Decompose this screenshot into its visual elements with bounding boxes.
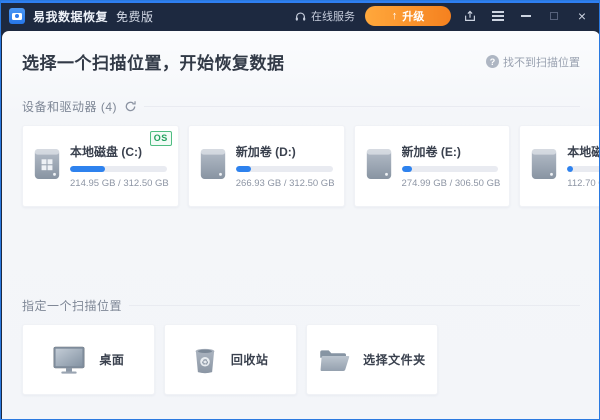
- location-card-recycle-bin[interactable]: ♻ 回收站: [163, 324, 297, 395]
- locations-section-label: 指定一个扫描位置: [22, 299, 123, 313]
- online-service-label: 在线服务: [311, 11, 355, 23]
- capacity-bar-fill: [567, 166, 574, 172]
- refresh-icon[interactable]: [124, 100, 137, 113]
- page-header: 选择一个扫描位置，开始恢复数据 ? 找不到扫描位置: [22, 31, 580, 74]
- drive-info: 新加卷 (E:) 274.99 GB / 306.50 GB: [401, 143, 501, 189]
- capacity-bar: [567, 166, 599, 172]
- capacity-bar-fill: [70, 166, 105, 172]
- drive-info: 新加卷 (D:) 266.93 GB / 312.50 GB: [235, 143, 335, 189]
- close-button[interactable]: ×: [573, 7, 591, 25]
- section-divider: [144, 106, 580, 107]
- drive-size: 112.70 GB / 118.82 GB: [567, 178, 599, 189]
- help-link[interactable]: ? 找不到扫描位置: [486, 54, 580, 70]
- svg-text:♻: ♻: [201, 356, 208, 366]
- headset-icon: [294, 10, 307, 23]
- drive-card-d[interactable]: 新加卷 (D:) 266.93 GB / 312.50 GB: [187, 125, 345, 207]
- drive-card-c[interactable]: OS 本地磁盘 (C:) 214.95 GB / 312.50 GB: [22, 125, 179, 207]
- online-service-button[interactable]: 在线服务: [294, 8, 355, 24]
- empty-grid-cell: [447, 324, 580, 395]
- drive-info: 本地磁盘 (F:) 112.70 GB / 118.82 GB: [567, 143, 599, 189]
- maximize-button[interactable]: [545, 7, 563, 25]
- drive-card-f[interactable]: SSD 本地磁盘 (F:) 112.70 GB / 118.82 GB: [519, 125, 599, 207]
- drive-icon: [364, 147, 394, 186]
- desktop-icon: [52, 345, 86, 375]
- location-label: 回收站: [230, 353, 269, 367]
- capacity-bar-fill: [401, 166, 413, 172]
- upgrade-button[interactable]: ↑ 升级: [365, 6, 451, 26]
- up-arrow-icon: ↑: [391, 9, 398, 22]
- page-title: 选择一个扫描位置，开始恢复数据: [22, 54, 285, 73]
- capacity-bar: [235, 166, 333, 172]
- recycle-bin-icon: ♻: [192, 345, 218, 375]
- capacity-bar: [401, 166, 499, 172]
- location-card-desktop[interactable]: 桌面: [22, 324, 155, 395]
- os-badge: OS: [149, 131, 172, 146]
- app-window: 易我数据恢复 免费版 在线服务 ↑ 升级 × 选择一个扫描位置，开始恢复数据 ?…: [0, 0, 600, 420]
- drive-info: 本地磁盘 (C:) 214.95 GB / 312.50 GB: [70, 143, 169, 189]
- drive-size: 274.99 GB / 306.50 GB: [401, 178, 501, 189]
- app-title: 易我数据恢复: [33, 9, 109, 24]
- capacity-bar-fill: [235, 166, 252, 172]
- app-logo-icon: [9, 8, 25, 24]
- section-divider: [129, 305, 580, 306]
- drive-name: 新加卷 (D:): [235, 145, 296, 159]
- help-link-label: 找不到扫描位置: [503, 56, 580, 69]
- upgrade-label: 升级: [402, 11, 425, 23]
- drive-icon: [529, 147, 559, 186]
- drive-grid: OS 本地磁盘 (C:) 214.95 GB / 312.50 GB 新加卷 (…: [22, 125, 599, 207]
- system-drive-icon: [32, 147, 62, 186]
- export-icon[interactable]: [461, 7, 479, 25]
- locations-section-header: 指定一个扫描位置: [22, 297, 580, 314]
- drive-icon: [198, 147, 228, 186]
- titlebar: 易我数据恢复 免费版 在线服务 ↑ 升级 ×: [1, 1, 599, 31]
- location-grid: 桌面 ♻ 回收站 选择文件夹: [22, 324, 580, 395]
- minimize-button[interactable]: [517, 7, 535, 25]
- drive-card-e[interactable]: 新加卷 (E:) 274.99 GB / 306.50 GB: [353, 125, 511, 207]
- main-content: 选择一个扫描位置，开始恢复数据 ? 找不到扫描位置 设备和驱动器 (4) OS: [2, 31, 599, 419]
- drive-name: 新加卷 (E:): [401, 145, 461, 159]
- drive-size: 266.93 GB / 312.50 GB: [235, 178, 335, 189]
- devices-section-label: 设备和驱动器 (4): [22, 100, 118, 114]
- location-label: 桌面: [99, 353, 125, 367]
- location-card-choose-folder[interactable]: 选择文件夹: [305, 324, 439, 395]
- drive-name: 本地磁盘 (F:): [567, 145, 599, 159]
- question-circle-icon: ?: [486, 55, 499, 68]
- folder-open-icon: [318, 346, 350, 373]
- capacity-bar: [70, 166, 167, 172]
- location-label: 选择文件夹: [363, 353, 426, 367]
- drive-size: 214.95 GB / 312.50 GB: [70, 178, 169, 189]
- menu-icon[interactable]: [489, 7, 507, 25]
- app-edition-label: 免费版: [116, 9, 154, 24]
- devices-section-header: 设备和驱动器 (4): [22, 98, 580, 115]
